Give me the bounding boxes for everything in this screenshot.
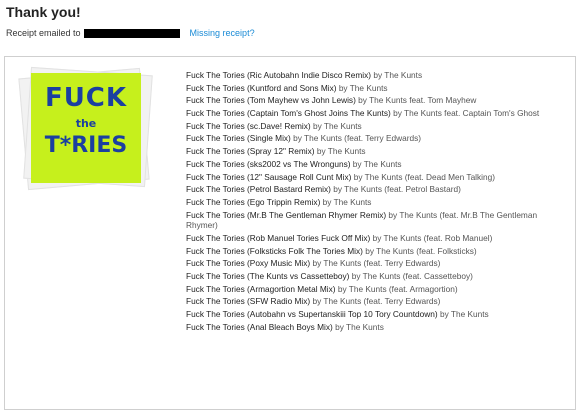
track-item: Fuck The Tories (Mr.B The Gentleman Rhym… [186, 210, 566, 231]
track-item: Fuck The Tories (12" Sausage Roll Cunt M… [186, 172, 566, 183]
track-title: Fuck The Tories (Spray 12" Remix) [186, 146, 315, 157]
track-title: Fuck The Tories (Petrol Bastard Remix) [186, 184, 331, 195]
album-art[interactable]: FUCK the T*RIES [18, 66, 153, 191]
track-title: Fuck The Tories (Kuntford and Sons Mix) [186, 82, 337, 93]
track-artist: by The Kunts [352, 158, 402, 169]
track-title: Fuck The Tories (SFW Radio Mix) [186, 296, 311, 307]
track-title: Fuck The Tories (The Kunts vs Cassettebo… [186, 270, 350, 281]
track-title: Fuck The Tories (Tom Mayhew vs John Lewi… [186, 95, 356, 106]
page-title: Thank you! [6, 4, 81, 20]
purchase-panel: FUCK the T*RIES Fuck The Tories (Ric Aut… [4, 56, 576, 410]
track-artist: by The Kunts (feat. Armagortion) [337, 283, 458, 294]
track-item: Fuck The Tories (Petrol Bastard Remix) b… [186, 184, 566, 195]
track-artist: by The Kunts (feat. Dead Men Talking) [353, 171, 496, 182]
track-item: Fuck The Tories (Spray 12" Remix) by The… [186, 146, 566, 157]
cover-line2: the [75, 117, 97, 130]
track-artist: by The Kunts (feat. Cassetteboy) [351, 270, 473, 281]
track-title: Fuck The Tories (Single Mix) [186, 133, 291, 144]
track-artist: by The Kunts feat. Tom Mayhew [358, 95, 477, 106]
track-title: Fuck The Tories (Captain Tom's Ghost Joi… [186, 108, 391, 119]
receipt-label: Receipt emailed to [6, 28, 81, 38]
track-item: Fuck The Tories (sks2002 vs The Wronguns… [186, 159, 566, 170]
track-title: Fuck The Tories (Anal Bleach Boys Mix) [186, 321, 333, 332]
track-artist: by The Kunts (feat. Terry Edwards) [312, 258, 441, 269]
track-item: Fuck The Tories (Tom Mayhew vs John Lewi… [186, 95, 566, 106]
track-artist: by The Kunts (feat. Terry Edwards) [293, 133, 422, 144]
receipt-row: Receipt emailed to Missing receipt? [6, 28, 255, 38]
cover-line3: T*RIES [44, 133, 128, 158]
track-item: Fuck The Tories (The Kunts vs Cassettebo… [186, 271, 566, 282]
track-title: Fuck The Tories (Folksticks Folk The Tor… [186, 245, 363, 256]
track-artist: by The Kunts [439, 308, 489, 319]
track-artist: by The Kunts feat. Captain Tom's Ghost [393, 108, 540, 119]
track-item: Fuck The Tories (Poxy Music Mix) by The … [186, 258, 566, 269]
track-item: Fuck The Tories (Ric Autobahn Indie Disc… [186, 70, 566, 81]
track-title: Fuck The Tories (Mr.B The Gentleman Rhym… [186, 209, 387, 220]
track-item: Fuck The Tories (Single Mix) by The Kunt… [186, 133, 566, 144]
track-artist: by The Kunts (feat. Folksticks) [365, 245, 477, 256]
track-title: Fuck The Tories (Armagortion Metal Mix) [186, 283, 336, 294]
track-artist: by The Kunts (feat. Petrol Bastard) [333, 184, 461, 195]
track-item: Fuck The Tories (Folksticks Folk The Tor… [186, 246, 566, 257]
track-title: Fuck The Tories (Rob Manuel Tories Fuck … [186, 232, 371, 243]
track-item: Fuck The Tories (Kuntford and Sons Mix) … [186, 83, 566, 94]
track-artist: by The Kunts [322, 196, 372, 207]
track-item: Fuck The Tories (Armagortion Metal Mix) … [186, 284, 566, 295]
missing-receipt-link[interactable]: Missing receipt? [190, 28, 255, 38]
album-cover: FUCK the T*RIES [31, 73, 141, 183]
track-artist: by The Kunts (feat. Terry Edwards) [312, 296, 441, 307]
track-artist: by The Kunts [373, 70, 423, 80]
track-title: Fuck The Tories (sks2002 vs The Wronguns… [186, 158, 351, 169]
track-item: Fuck The Tories (Captain Tom's Ghost Joi… [186, 108, 566, 119]
track-artist: by The Kunts [316, 146, 366, 157]
track-item: Fuck The Tories (Ego Trippin Remix) by T… [186, 197, 566, 208]
cover-line1: FUCK [44, 83, 128, 113]
track-title: Fuck The Tories (Ego Trippin Remix) [186, 196, 321, 207]
track-title: Fuck The Tories (Autobahn vs Supertanski… [186, 308, 438, 319]
track-artist: by The Kunts [335, 321, 384, 332]
track-artist: by The Kunts [312, 120, 362, 131]
track-title: Fuck The Tories (12" Sausage Roll Cunt M… [186, 171, 352, 182]
track-title: Fuck The Tories (Ric Autobahn Indie Disc… [186, 70, 372, 80]
track-artist: by The Kunts (feat. Rob Manuel) [372, 232, 493, 243]
track-item: Fuck The Tories (Autobahn vs Supertanski… [186, 309, 566, 320]
track-title: Fuck The Tories (sc.Dave! Remix) [186, 120, 311, 131]
track-item: Fuck The Tories (sc.Dave! Remix) by The … [186, 121, 566, 132]
track-item: Fuck The Tories (Anal Bleach Boys Mix) b… [186, 322, 566, 333]
track-artist: by The Kunts [338, 82, 388, 93]
redacted-email [83, 28, 180, 38]
track-item: Fuck The Tories (SFW Radio Mix) by The K… [186, 296, 566, 307]
track-title: Fuck The Tories (Poxy Music Mix) [186, 258, 311, 269]
track-list: Fuck The Tories (Ric Autobahn Indie Disc… [186, 70, 566, 334]
track-item: Fuck The Tories (Rob Manuel Tories Fuck … [186, 233, 566, 244]
